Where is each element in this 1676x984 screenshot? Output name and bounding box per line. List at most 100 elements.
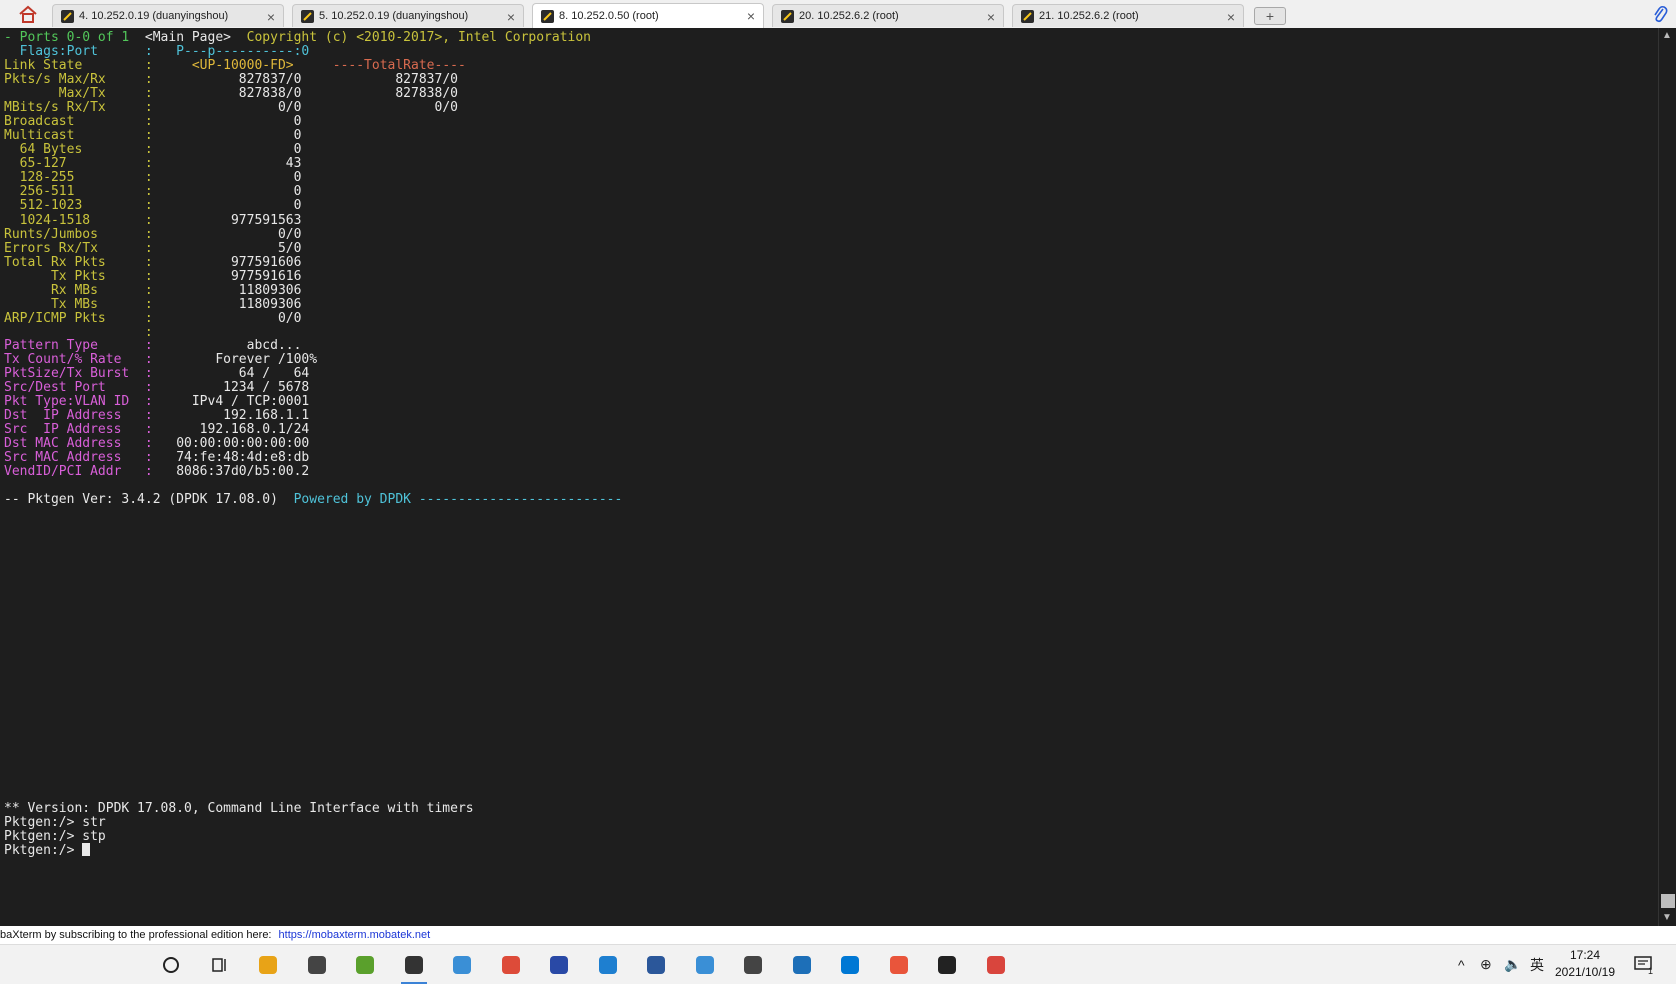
paperclip-icon[interactable]	[1652, 4, 1668, 29]
stat-value: 827837/0	[152, 72, 302, 87]
pattern-row: Src MAC Address : 74:fe:48:4d:e8:db	[4, 450, 309, 465]
tab-label: 21. 10.252.6.2 (root)	[1039, 10, 1139, 22]
clock-time: 17:24	[1569, 948, 1601, 962]
close-icon[interactable]: ×	[987, 9, 995, 25]
pattern-row: Dst MAC Address : 00:00:00:00:00:00	[4, 436, 309, 451]
mobaxterm-icon[interactable]	[399, 950, 429, 984]
pattern-value: 192.168.1.1	[152, 408, 310, 424]
network-icon[interactable]: ⊕	[1480, 945, 1492, 984]
search-app-icon[interactable]	[593, 950, 623, 980]
cli-prompt-line[interactable]: Pktgen:/>	[4, 843, 91, 858]
pattern-value: 8086:37d0/b5:00.2	[152, 464, 310, 480]
terminal-icon	[541, 9, 554, 23]
scroll-up-icon[interactable]: ▲	[1662, 30, 1672, 41]
app-icon[interactable]	[544, 950, 574, 980]
pattern-value: 192.168.0.1/24	[152, 422, 310, 438]
tab-bar: 4. 10.252.0.19 (duanyingshou) × 5. 10.25…	[0, 0, 1676, 29]
pattern-label: VendID/PCI Addr :	[4, 464, 153, 480]
stat-row: Errors Rx/Tx : 5/0	[4, 241, 301, 256]
tab-session-8[interactable]: 8. 10.252.0.50 (root) ×	[532, 3, 764, 28]
mobatek-link[interactable]: https://mobaxterm.mobatek.net	[279, 929, 431, 941]
stat-label: Total Rx Pkts :	[4, 254, 153, 270]
home-icon[interactable]	[14, 4, 42, 24]
chrome-icon[interactable]	[496, 950, 526, 980]
snipping-icon[interactable]	[981, 950, 1011, 980]
tab-session-20[interactable]: 20. 10.252.6.2 (root) ×	[772, 4, 1004, 27]
stat-label: Errors Rx/Tx :	[4, 240, 153, 256]
stat-value: 977591606	[152, 254, 302, 270]
pattern-label: Src MAC Address :	[4, 450, 153, 466]
stat-value: 0	[152, 128, 302, 144]
pattern-row: Src/Dest Port : 1234 / 5678	[4, 380, 309, 395]
close-icon[interactable]: ×	[747, 8, 755, 24]
pattern-row: Pattern Type : abcd...	[4, 338, 301, 353]
powered-by: Powered by DPDK ------------------------…	[293, 492, 623, 507]
stat-value: 977591616	[152, 268, 302, 284]
browser-icon[interactable]	[447, 950, 477, 980]
close-icon[interactable]: ×	[267, 9, 275, 25]
tab-session-5[interactable]: 5. 10.252.0.19 (duanyingshou) ×	[292, 4, 524, 27]
flags-line: Flags:Port : P---p----------:0	[4, 44, 310, 59]
terminal-area[interactable]: - Ports 0-0 of 1 <Main Page> Copyright (…	[0, 28, 1658, 926]
stat-value: 0/0	[152, 226, 302, 242]
tab-session-21[interactable]: 21. 10.252.6.2 (root) ×	[1012, 4, 1244, 27]
terminal-header-line: - Ports 0-0 of 1 <Main Page> Copyright (…	[4, 30, 591, 45]
stat-value: 827838/0	[152, 86, 302, 102]
volume-icon[interactable]: 🔈	[1504, 945, 1521, 984]
stat-value: 0/0	[152, 100, 302, 116]
file-explorer-icon[interactable]	[253, 950, 283, 980]
scroll-down-icon[interactable]: ▼	[1662, 912, 1672, 923]
cli-banner: ** Version: DPDK 17.08.0, Command Line I…	[4, 801, 474, 816]
stat-total: 827837/0	[301, 72, 458, 87]
stat-row: Tx MBs : 11809306	[4, 297, 301, 312]
tab-session-4[interactable]: 4. 10.252.0.19 (duanyingshou) ×	[52, 4, 284, 27]
text-cursor	[82, 843, 91, 856]
pattern-value: IPv4 / TCP:0001	[152, 394, 310, 410]
pattern-label: Pattern Type :	[4, 338, 153, 353]
notification-icon[interactable]: 1	[1634, 945, 1653, 984]
copyright-text: Copyright (c) <2010-2017>, Intel Corpora…	[246, 30, 592, 45]
stat-row: ARP/ICMP Pkts : 0/0	[4, 311, 301, 326]
pattern-label: Pkt Type:VLAN ID :	[4, 394, 153, 410]
close-icon[interactable]: ×	[1227, 9, 1235, 25]
stat-value: 0	[152, 198, 302, 214]
task-view-icon[interactable]	[205, 950, 235, 980]
stat-row: Broadcast : 0	[4, 114, 301, 129]
clock[interactable]: 17:24 2021/10/19	[1545, 947, 1625, 981]
stat-label: Max/Tx :	[4, 86, 153, 102]
vertical-scrollbar[interactable]: ▲ ▼	[1658, 28, 1676, 926]
pattern-value: 1234 / 5678	[152, 380, 310, 396]
settings-icon[interactable]	[738, 950, 768, 980]
pattern-value: Forever /100%	[152, 352, 318, 368]
word-icon[interactable]	[641, 950, 671, 980]
terminal-icon	[61, 9, 74, 23]
notepad-icon[interactable]	[350, 950, 380, 980]
tab-label: 4. 10.252.0.19 (duanyingshou)	[79, 10, 229, 22]
tab-label: 8. 10.252.0.50 (root)	[559, 10, 659, 22]
stat-value: 0	[152, 170, 302, 186]
cortana-icon[interactable]	[156, 950, 186, 980]
stat-row: 1024-1518 : 977591563	[4, 213, 302, 228]
new-tab-button[interactable]: +	[1254, 7, 1286, 25]
pattern-row: Dst IP Address : 192.168.1.1	[4, 408, 309, 423]
notification-count: 1	[1648, 965, 1654, 976]
pattern-label: PktSize/Tx Burst :	[4, 366, 153, 382]
close-icon[interactable]: ×	[507, 9, 515, 25]
pattern-value: abcd...	[152, 338, 302, 353]
tray-chevron-icon[interactable]: ^	[1458, 945, 1465, 984]
clock-date: 2021/10/19	[1554, 965, 1616, 979]
terminal-icon	[301, 9, 314, 23]
control-panel-icon[interactable]	[690, 950, 720, 980]
main-page-text: <Main Page>	[129, 30, 247, 45]
vscode-icon[interactable]	[835, 950, 865, 980]
ime-indicator[interactable]: 英	[1530, 945, 1544, 984]
pattern-label: Src/Dest Port :	[4, 380, 153, 396]
scroll-thumb[interactable]	[1661, 894, 1675, 908]
typora-icon[interactable]	[932, 950, 962, 980]
stat-label: MBits/s Rx/Tx :	[4, 100, 153, 116]
git-icon[interactable]	[884, 950, 914, 980]
wireshark-icon[interactable]	[787, 950, 817, 980]
stat-row: Multicast : 0	[4, 128, 301, 143]
stat-row: Total Rx Pkts : 977591606	[4, 255, 301, 270]
mail-icon[interactable]	[302, 950, 332, 980]
